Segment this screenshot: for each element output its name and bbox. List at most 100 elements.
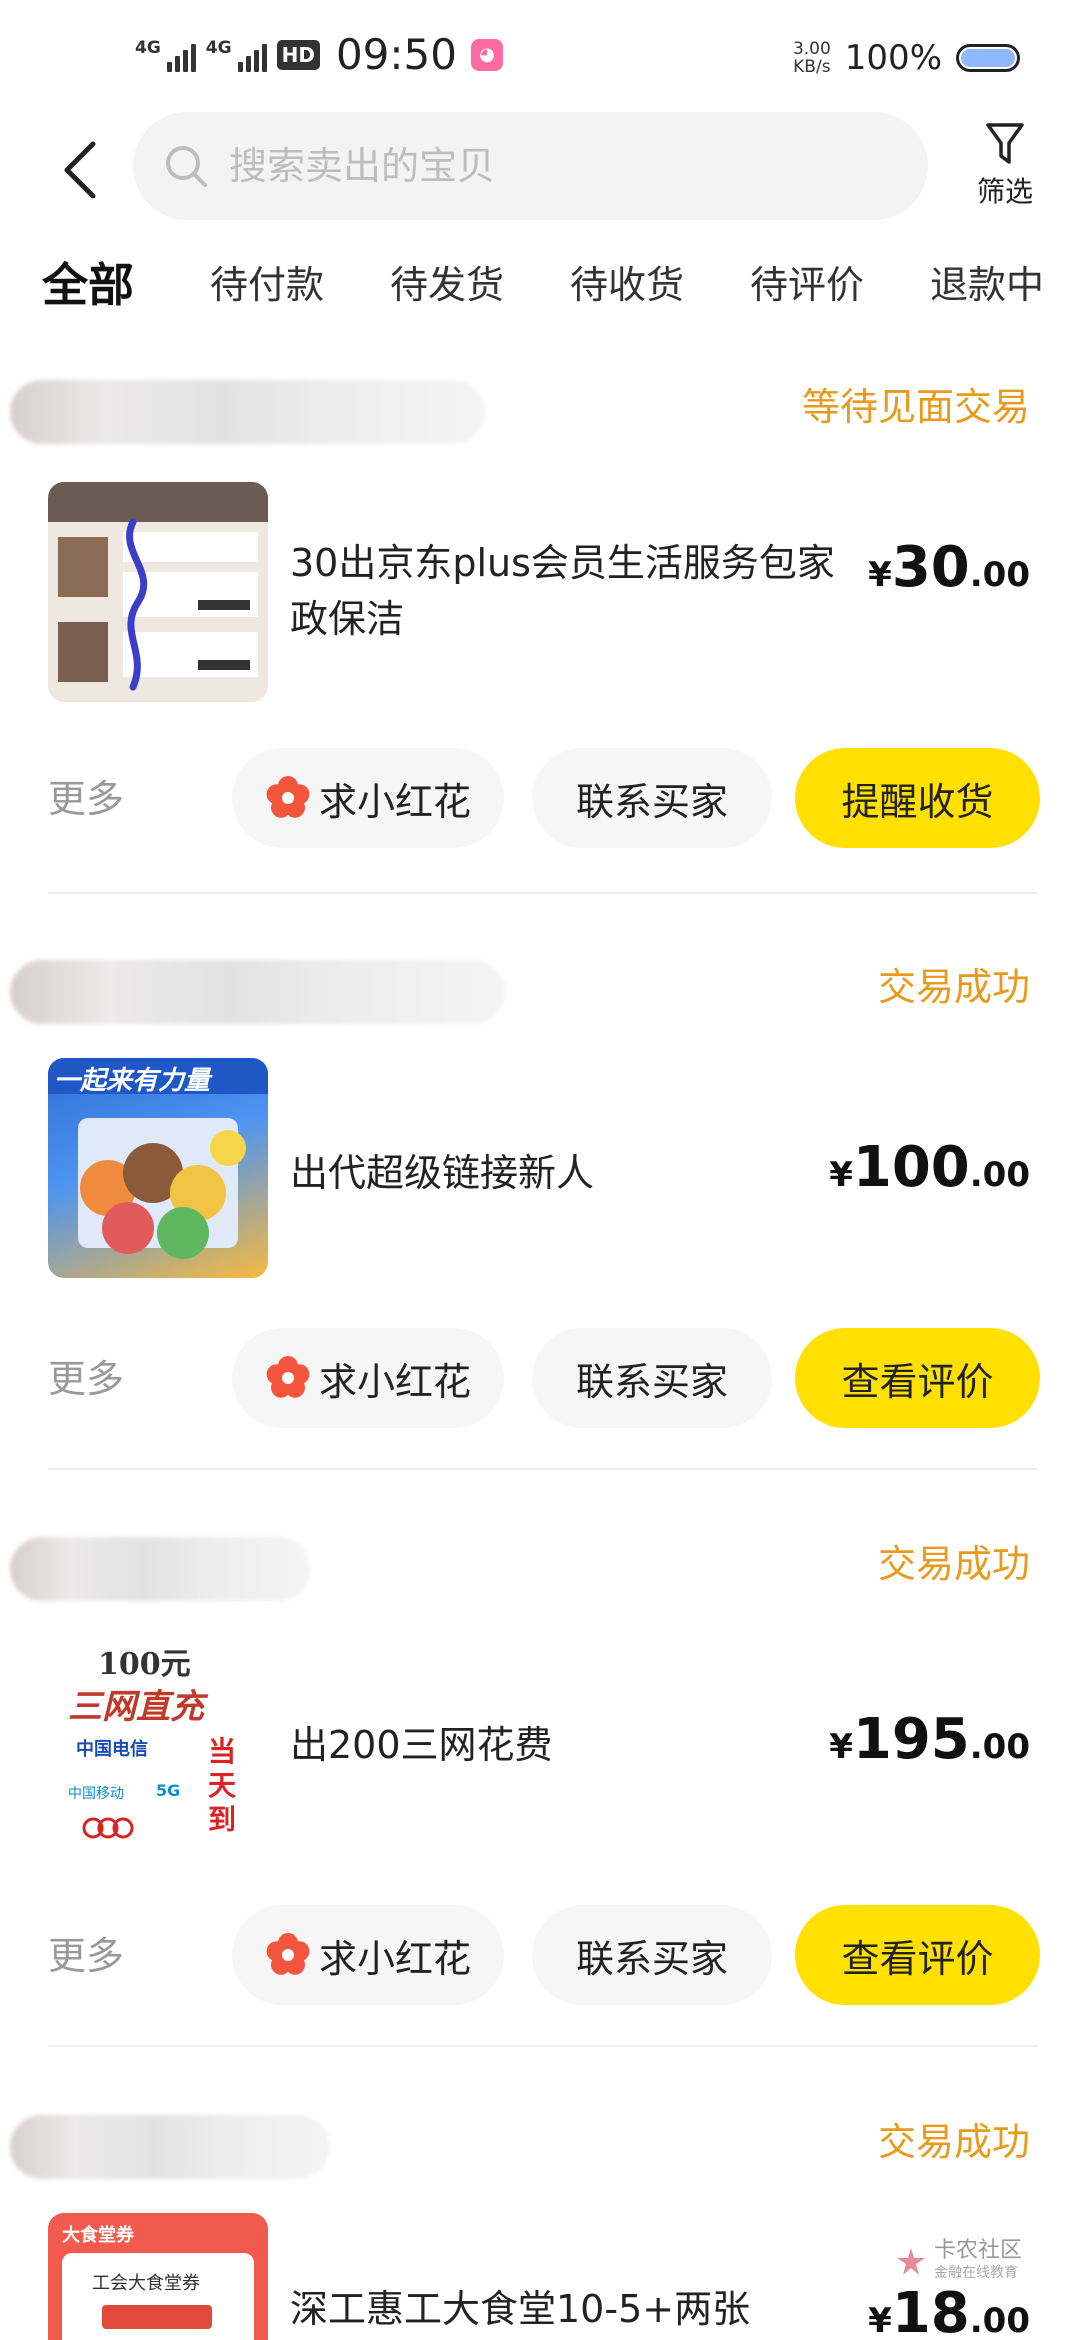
order-price: ¥100.00 (829, 1135, 1030, 1200)
thumbnail-top-text: 大食堂券 (62, 2225, 134, 2246)
hd-voice-icon: HD (276, 39, 320, 70)
more-button[interactable]: 更多 (48, 1925, 124, 1980)
net-speed-value: 3.00 (792, 39, 831, 59)
filter-icon (986, 123, 1024, 164)
order-price: ¥30.00 (868, 535, 1030, 600)
price-decimal: .00 (969, 1155, 1030, 1195)
order-card[interactable]: 等待见面交易 30出京东plus会员生活服务包家政保洁 ¥30.00 更多 求小… (0, 370, 1080, 894)
price-currency: ¥ (868, 2301, 892, 2340)
search-input[interactable] (229, 144, 829, 188)
order-status: 等待见面交易 (801, 385, 1030, 429)
order-card[interactable]: 交易成功 100元 三网直充 中国电信 中国移动 5G 当天到 出200三网花费… (0, 1527, 1080, 2047)
order-status: 交易成功 (877, 2120, 1030, 2164)
more-button[interactable]: 更多 (48, 768, 124, 823)
contact-buyer-button[interactable]: 联系买家 (532, 1905, 772, 2005)
order-status: 交易成功 (877, 965, 1030, 1009)
order-status: 交易成功 (877, 1542, 1030, 1586)
back-button[interactable] (50, 130, 110, 210)
order-card[interactable]: 交易成功 大食堂券 工会大食堂券 深工惠工大食堂10-5+两张 ¥18.00 (0, 2105, 1080, 2340)
thumbnail-5g-text: 5G (156, 1781, 181, 1800)
order-price: ¥18.00 (868, 2281, 1030, 2340)
battery-icon (956, 44, 1020, 72)
tab-all[interactable]: 全部 (40, 250, 136, 320)
net-speed-unit: KB/s (793, 57, 831, 77)
thumbnail-side-text: 当天到 (208, 1735, 237, 1836)
thumbnail-card: 工会大食堂券 (62, 2253, 254, 2340)
ask-flower-label: 求小红花 (318, 1936, 471, 1981)
buyer-info-blurred (10, 380, 485, 444)
ask-flower-label: 求小红花 (318, 1359, 471, 1404)
product-thumbnail[interactable]: 100元 三网直充 中国电信 中国移动 5G 当天到 (48, 1635, 268, 1855)
price-decimal: .00 (969, 1727, 1030, 1767)
filter-button[interactable]: 筛选 (965, 122, 1045, 222)
thumbnail-mobile-text: 中国移动 (68, 1786, 124, 1802)
ask-flower-button[interactable]: 求小红花 (232, 1905, 504, 2005)
price-currency: ¥ (829, 1727, 853, 1767)
ask-flower-button[interactable]: 求小红花 (232, 748, 504, 848)
thumbnail-banner-text: 一起来有力量 (54, 1066, 211, 1096)
buyer-row[interactable]: 交易成功 (0, 1527, 1080, 1607)
unicom-logo (82, 1817, 134, 1839)
status-bar: 4G 4G HD 09:50 ◕ 3.00 KB/s 100% (0, 0, 1080, 110)
price-currency: ¥ (868, 555, 892, 595)
price-integer: 195 (852, 1707, 970, 1772)
price-currency: ¥ (829, 1155, 853, 1195)
search-icon (166, 146, 207, 187)
price-integer: 18 (891, 2281, 970, 2340)
clock: 09:50 (335, 30, 457, 79)
buyer-row[interactable]: 等待见面交易 (0, 370, 1080, 450)
more-button[interactable]: 更多 (48, 1348, 124, 1403)
tab-pending-payment[interactable]: 待付款 (210, 250, 324, 320)
order-actions: 更多 求小红花 联系买家 查看评价 (0, 1328, 1080, 1428)
tab-pending-receipt[interactable]: 待收货 (570, 250, 684, 320)
order-actions: 更多 求小红花 联系买家 提醒收货 (0, 748, 1080, 848)
tab-pending-review[interactable]: 待评价 (750, 250, 864, 320)
flower-icon (266, 776, 310, 818)
product-title[interactable]: 30出京东plus会员生活服务包家政保洁 (290, 535, 860, 647)
back-arrow-icon (64, 141, 96, 199)
product-image (48, 482, 268, 691)
ask-flower-button[interactable]: 求小红花 (232, 1328, 504, 1428)
search-bar[interactable] (133, 112, 928, 220)
contact-buyer-button[interactable]: 联系买家 (532, 748, 772, 848)
remind-receipt-button[interactable]: 提醒收货 (795, 748, 1040, 848)
tab-pending-shipment[interactable]: 待发货 (390, 250, 504, 320)
view-review-button[interactable]: 查看评价 (795, 1905, 1040, 2005)
watermark: 卡农社区 金融在线教育 (894, 2240, 1022, 2284)
product-title[interactable]: 出代超级链接新人 (290, 1145, 860, 1201)
divider (48, 892, 1038, 894)
product-thumbnail[interactable]: 一起来有力量 (48, 1058, 268, 1278)
thumbnail-amount-text: 100元 (98, 1647, 191, 1682)
tab-refunding[interactable]: 退款中 (930, 250, 1044, 320)
product-title[interactable]: 深工惠工大食堂10-5+两张 (290, 2281, 860, 2337)
divider (48, 2045, 1038, 2047)
buyer-row[interactable]: 交易成功 (0, 950, 1080, 1030)
flower-icon (266, 1356, 310, 1398)
top-bar: 筛选 (0, 110, 1080, 230)
signal-label: 4G (135, 37, 161, 58)
watermark-name: 卡农社区 (933, 2238, 1022, 2263)
flower-icon (266, 1933, 310, 1975)
price-integer: 100 (852, 1135, 970, 1200)
order-tabs: 全部 待付款 待发货 待收货 待评价 退款中 (0, 250, 1080, 330)
product-thumbnail[interactable] (48, 482, 268, 702)
order-card[interactable]: 交易成功 一起来有力量 出代超级链接新人 ¥100.00 更多 求小红花 联系买… (0, 950, 1080, 1470)
buyer-info-blurred (10, 2115, 330, 2179)
signal-icon: 4G (206, 38, 267, 72)
watermark-sub: 金融在线教育 (933, 2265, 1018, 2281)
order-price: ¥195.00 (829, 1707, 1030, 1772)
divider (48, 1468, 1038, 1470)
contact-buyer-button[interactable]: 联系买家 (532, 1328, 772, 1428)
buyer-info-blurred (10, 960, 505, 1024)
view-review-button[interactable]: 查看评价 (795, 1328, 1040, 1428)
ask-flower-label: 求小红花 (318, 779, 471, 824)
product-thumbnail[interactable]: 大食堂券 工会大食堂券 (48, 2213, 268, 2340)
battery-percent: 100% (844, 38, 942, 78)
price-decimal: .00 (969, 2301, 1030, 2340)
signal-label: 4G (205, 37, 232, 58)
product-title[interactable]: 出200三网花费 (290, 1717, 860, 1773)
kanong-logo-icon (896, 2248, 925, 2275)
thumbnail-card-text: 工会大食堂券 (92, 2273, 200, 2294)
buyer-row[interactable]: 交易成功 (0, 2105, 1080, 2185)
price-decimal: .00 (969, 555, 1030, 595)
